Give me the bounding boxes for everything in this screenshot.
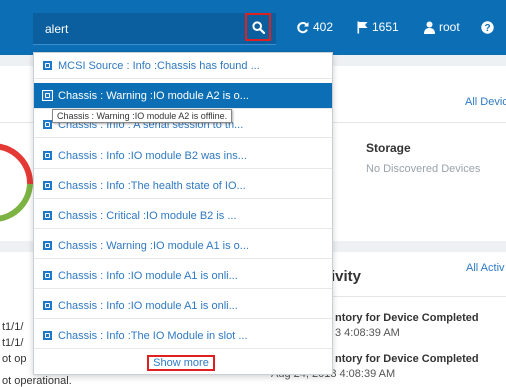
activity-item[interactable]: ntory for Device Completed Aug 24, 2018 … bbox=[271, 353, 479, 380]
search-result-label: MCSI Source : Info :Chassis has found ..… bbox=[58, 59, 260, 72]
alert-fragment: t1/1/ bbox=[2, 337, 24, 349]
flag-icon bbox=[357, 21, 368, 33]
search-result-label: Chassis : Info :IO module B2 was ins... bbox=[58, 149, 247, 162]
alert-fragment: ot operational. bbox=[2, 375, 72, 387]
search-result-label: Chassis : Info :The IO Module in slot ..… bbox=[58, 329, 248, 342]
top-navigation-bar: 402 1651 root ? bbox=[0, 0, 506, 55]
user-menu[interactable]: root bbox=[424, 17, 460, 37]
activity-item-time: 3 4:08:39 AM bbox=[335, 327, 400, 339]
search-result-item[interactable]: Chassis : Info :The IO Module in slot ..… bbox=[34, 323, 332, 349]
chassis-alert-icon bbox=[42, 150, 53, 161]
chassis-alert-icon bbox=[42, 90, 53, 101]
chassis-alert-icon bbox=[42, 60, 53, 71]
search-input[interactable] bbox=[45, 21, 225, 37]
search-result-item[interactable]: Chassis : Info :The health state of IO..… bbox=[34, 173, 332, 199]
alert-fragment: ot op bbox=[2, 353, 27, 365]
refresh-count: 402 bbox=[313, 20, 334, 34]
help-icon: ? bbox=[481, 20, 494, 34]
activity-title: ivity bbox=[331, 268, 362, 285]
chassis-alert-icon bbox=[42, 270, 53, 281]
flag-counter[interactable]: 1651 bbox=[357, 17, 399, 37]
search-result-item[interactable]: Chassis : Info :IO module A1 is onli... bbox=[34, 293, 332, 319]
activity-item-title: ntory for Device Completed bbox=[335, 312, 479, 324]
divider bbox=[322, 296, 506, 297]
user-icon bbox=[424, 21, 435, 34]
chassis-alert-icon bbox=[42, 240, 53, 251]
storage-title: Storage bbox=[366, 141, 411, 155]
activity-item[interactable]: ntory for Device Completed 3 4:08:39 AM bbox=[335, 312, 479, 339]
help-button[interactable]: ? bbox=[481, 17, 494, 37]
all-devices-link[interactable]: All Devic bbox=[465, 96, 506, 108]
search-box bbox=[33, 13, 276, 45]
search-result-label: Chassis : Info :The health state of IO..… bbox=[58, 179, 246, 192]
search-results-dropdown: MCSI Source : Info :Chassis has found ..… bbox=[33, 52, 333, 375]
search-result-item[interactable]: Chassis : Info :IO module B2 was ins... bbox=[34, 143, 332, 169]
search-button[interactable] bbox=[245, 13, 271, 41]
refresh-counter[interactable]: 402 bbox=[296, 17, 333, 37]
search-result-label: Chassis : Critical :IO module B2 is ... bbox=[58, 209, 237, 222]
search-result-label: Chassis : Warning :IO module A1 is o... bbox=[58, 239, 249, 252]
chassis-alert-icon bbox=[42, 180, 53, 191]
search-icon bbox=[251, 20, 265, 34]
all-activity-link[interactable]: All Activ bbox=[466, 262, 505, 274]
chassis-alert-icon bbox=[42, 330, 53, 341]
search-result-item[interactable]: Chassis : Info :IO module A1 is onli... bbox=[34, 263, 332, 289]
show-more-button[interactable]: Show more bbox=[147, 355, 215, 371]
flag-count: 1651 bbox=[372, 20, 399, 34]
activity-item-title: ntory for Device Completed bbox=[335, 353, 479, 365]
search-result-item-selected[interactable]: Chassis : Warning :IO module A2 is o... bbox=[34, 83, 332, 109]
refresh-icon bbox=[297, 21, 309, 33]
search-result-tooltip: Chassis : Warning :IO module A2 is offli… bbox=[52, 109, 233, 123]
storage-empty-text: No Discovered Devices bbox=[366, 163, 481, 175]
search-result-item[interactable]: Chassis : Critical :IO module B2 is ... bbox=[34, 203, 332, 229]
alert-fragment: t1/1/ bbox=[2, 321, 24, 333]
user-name: root bbox=[439, 20, 460, 34]
chassis-alert-icon bbox=[42, 210, 53, 221]
search-result-item[interactable]: Chassis : Warning :IO module A1 is o... bbox=[34, 233, 332, 259]
search-result-label: Chassis : Info :IO module A1 is onli... bbox=[58, 269, 238, 282]
search-result-label: Chassis : Warning :IO module A2 is o... bbox=[58, 89, 249, 102]
svg-text:?: ? bbox=[484, 23, 490, 34]
search-result-label: Chassis : Info :IO module A1 is onli... bbox=[58, 299, 238, 312]
chassis-alert-icon bbox=[42, 300, 53, 311]
search-result-item[interactable]: MCSI Source : Info :Chassis has found ..… bbox=[34, 53, 332, 79]
